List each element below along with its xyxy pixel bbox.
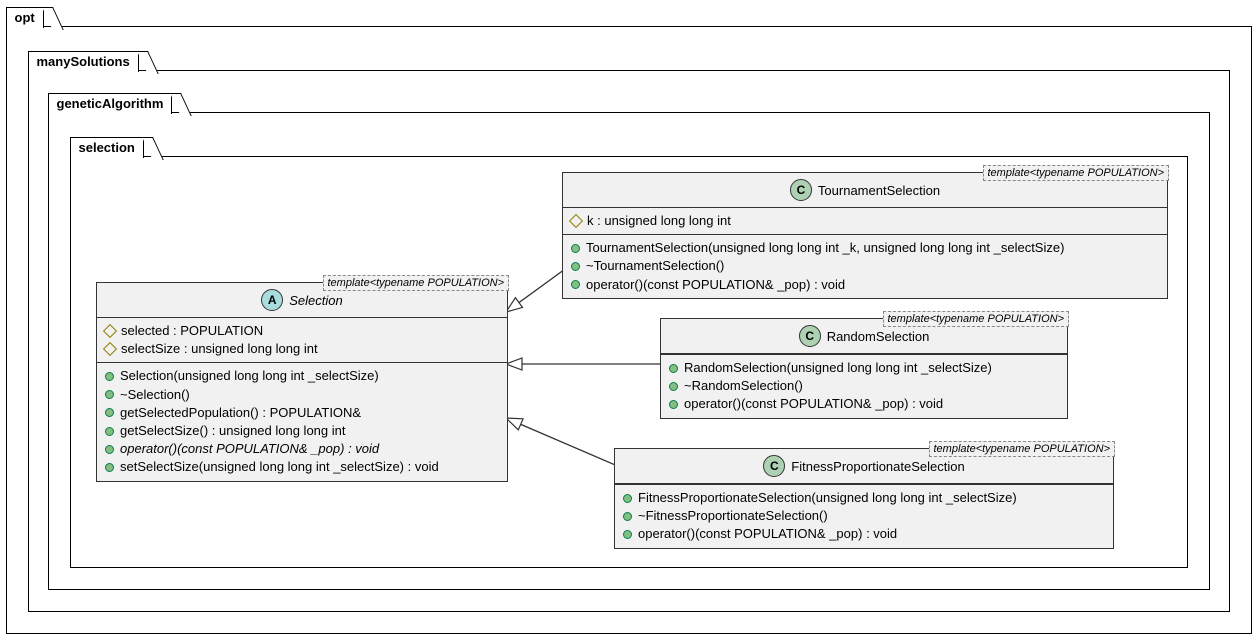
public-marker [669, 400, 678, 409]
package-selection-tab: selection [70, 137, 144, 158]
class-badge: C [799, 325, 821, 347]
public-marker [669, 382, 678, 391]
class-badge: C [763, 455, 785, 477]
class-randomselection-name: RandomSelection [827, 329, 930, 344]
public-marker [669, 364, 678, 373]
protected-marker [103, 342, 117, 356]
public-marker [105, 463, 114, 472]
class-selection-name: Selection [289, 293, 342, 308]
public-marker [571, 262, 580, 271]
public-marker [623, 530, 632, 539]
package-opt-tab: opt [6, 7, 44, 28]
public-marker [623, 494, 632, 503]
class-tournamentselection-name: TournamentSelection [818, 183, 940, 198]
public-marker [105, 445, 114, 454]
class-randomselection: template<typename POPULATION> C RandomSe… [660, 318, 1068, 419]
protected-marker [103, 324, 117, 338]
package-manysolutions-tab: manySolutions [28, 51, 139, 72]
package-geneticalgorithm-tab: geneticAlgorithm [48, 93, 173, 114]
uml-diagram: opt manySolutions geneticAlgorithm selec… [0, 0, 1257, 641]
public-marker [105, 408, 114, 417]
class-badge: C [790, 179, 812, 201]
class-selection: template<typename POPULATION> A Selectio… [96, 282, 508, 482]
class-tournamentselection: template<typename POPULATION> C Tourname… [562, 172, 1168, 299]
public-marker [623, 512, 632, 521]
public-marker [105, 390, 114, 399]
class-fitnessselection: template<typename POPULATION> C FitnessP… [614, 448, 1114, 549]
public-marker [571, 244, 580, 253]
public-marker [105, 427, 114, 436]
class-fitnessselection-name: FitnessProportionateSelection [791, 459, 964, 474]
public-marker [105, 372, 114, 381]
public-marker [571, 280, 580, 289]
protected-marker [569, 214, 583, 228]
abstract-badge: A [261, 289, 283, 311]
